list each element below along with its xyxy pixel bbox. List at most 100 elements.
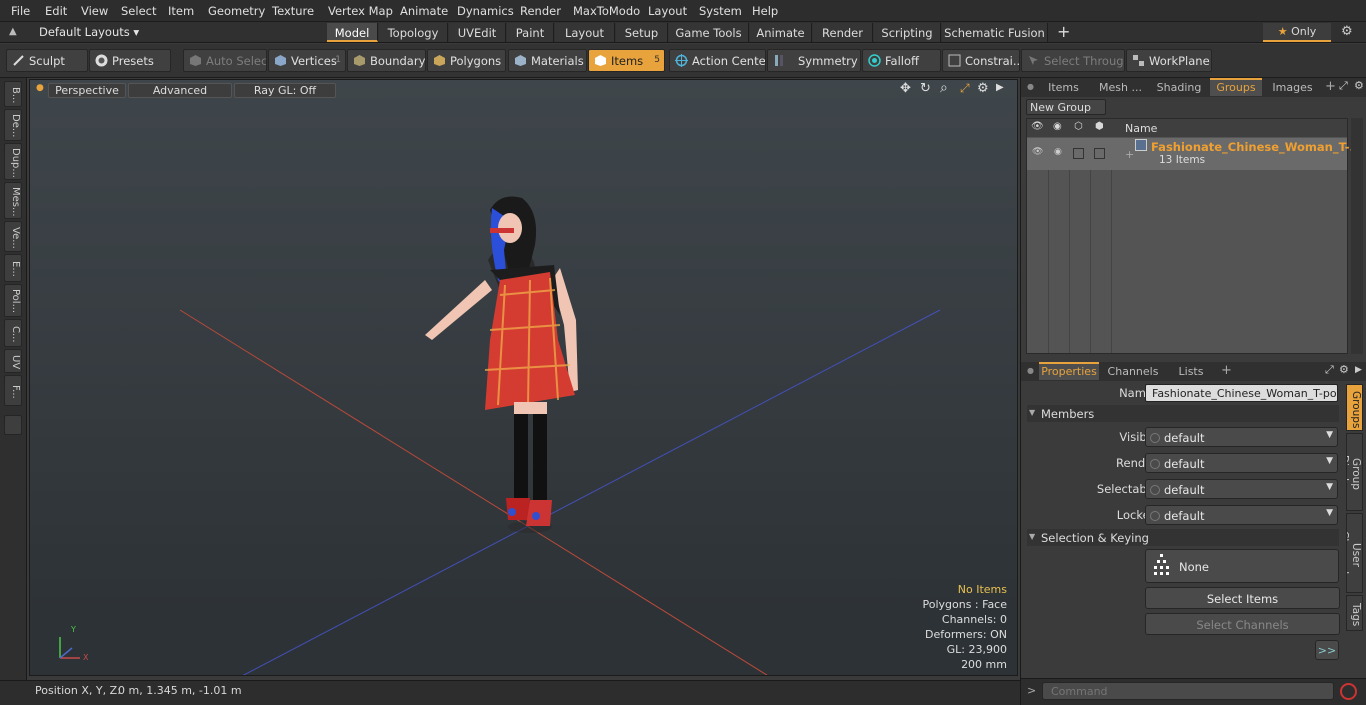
left-tab-extra[interactable] bbox=[4, 415, 22, 435]
menu-help[interactable]: Help bbox=[752, 4, 778, 18]
menu-animate[interactable]: Animate bbox=[400, 4, 448, 18]
left-tab-deform[interactable]: De... bbox=[4, 109, 22, 141]
left-tab-fusion[interactable]: F... bbox=[4, 375, 22, 406]
menu-dynamics[interactable]: Dynamics bbox=[457, 4, 514, 18]
expand-group-icon[interactable]: + bbox=[1125, 148, 1134, 161]
tab-game-tools[interactable]: Game Tools bbox=[669, 23, 749, 42]
members-section[interactable]: Members bbox=[1027, 405, 1339, 422]
polygons-button[interactable]: Polygons bbox=[427, 49, 506, 72]
tab-model[interactable]: Model bbox=[327, 23, 378, 42]
add-panel-tab-icon[interactable]: + bbox=[1325, 79, 1336, 94]
visibility-column-icon[interactable]: 👁 bbox=[1031, 121, 1044, 132]
left-tab-basic[interactable]: B... bbox=[4, 81, 22, 107]
row-lock-box[interactable] bbox=[1094, 148, 1105, 159]
symmetry-button[interactable]: Symmetry bbox=[767, 49, 861, 72]
tab-groups[interactable]: Groups bbox=[1210, 78, 1262, 96]
tab-uvedit[interactable]: UVEdit bbox=[449, 23, 506, 42]
left-tab-mesh-edit[interactable]: Mes... bbox=[4, 182, 22, 219]
expand-panel-icon[interactable]: ⤢ bbox=[1339, 79, 1348, 93]
tab-images[interactable]: Images bbox=[1265, 78, 1320, 96]
new-group-button[interactable]: New Group bbox=[1026, 99, 1106, 115]
gear-icon[interactable]: ⚙ bbox=[1341, 24, 1353, 39]
menu-layout[interactable]: Layout bbox=[648, 4, 687, 18]
tab-animate[interactable]: Animate bbox=[750, 23, 812, 42]
tab-paint[interactable]: Paint bbox=[507, 23, 554, 42]
lock-column-icon[interactable]: ⬢ bbox=[1095, 121, 1104, 132]
render-dropdown[interactable]: default ▼ bbox=[1145, 453, 1338, 473]
side-tab-group-display[interactable]: Group Display bbox=[1346, 433, 1363, 511]
left-tab-duplicate[interactable]: Dup... bbox=[4, 143, 22, 180]
tab-scripting[interactable]: Scripting bbox=[874, 23, 941, 42]
vertices-button[interactable]: Vertices 1 bbox=[268, 49, 346, 72]
none-button[interactable]: None bbox=[1145, 549, 1339, 583]
menu-edit[interactable]: Edit bbox=[45, 4, 67, 18]
tab-lists[interactable]: Lists bbox=[1171, 362, 1211, 380]
locked-dropdown[interactable]: default ▼ bbox=[1145, 505, 1338, 525]
materials-button[interactable]: Materials bbox=[508, 49, 587, 72]
menu-view[interactable]: View bbox=[81, 4, 108, 18]
presets-button[interactable]: Presets bbox=[89, 49, 171, 72]
constraints-button[interactable]: Constrai... bbox=[942, 49, 1020, 72]
menu-file[interactable]: File bbox=[11, 4, 30, 18]
visible-dropdown[interactable]: default ▼ bbox=[1145, 427, 1338, 447]
tab-shading[interactable]: Shading bbox=[1151, 78, 1207, 96]
action-center-button[interactable]: Action Center bbox=[669, 49, 766, 72]
left-tab-vertex[interactable]: Ve... bbox=[4, 221, 22, 252]
render-column-icon[interactable]: ◉ bbox=[1053, 121, 1062, 132]
menu-select[interactable]: Select bbox=[121, 4, 156, 18]
tab-items[interactable]: Items bbox=[1041, 78, 1086, 96]
tab-schematic-fusion[interactable]: Schematic Fusion bbox=[942, 23, 1048, 42]
side-tab-user-channels[interactable]: User Channels bbox=[1346, 513, 1363, 593]
only-toggle[interactable]: ★ Only bbox=[1263, 23, 1331, 42]
panel-menu-icon[interactable]: ● bbox=[1027, 82, 1034, 91]
tab-layout[interactable]: Layout bbox=[555, 23, 615, 42]
tab-setup[interactable]: Setup bbox=[616, 23, 668, 42]
menu-maxtomodo[interactable]: MaxToModo bbox=[573, 4, 640, 18]
row-render-icon[interactable]: ◉ bbox=[1054, 147, 1062, 157]
props-menu-icon[interactable]: ● bbox=[1027, 366, 1034, 375]
row-visibility-icon[interactable]: 👁 bbox=[1032, 147, 1043, 157]
tab-mesh[interactable]: Mesh ... bbox=[1093, 78, 1148, 96]
tab-properties[interactable]: Properties bbox=[1039, 362, 1099, 380]
props-arrow-icon[interactable]: ▶ bbox=[1355, 365, 1362, 375]
groups-scrollbar[interactable] bbox=[1351, 118, 1363, 354]
command-input[interactable] bbox=[1042, 682, 1334, 700]
left-tab-uv[interactable]: UV bbox=[4, 349, 22, 373]
menu-system[interactable]: System bbox=[699, 4, 742, 18]
select-items-button[interactable]: Select Items bbox=[1145, 587, 1340, 609]
menu-item[interactable]: Item bbox=[168, 4, 194, 18]
falloff-button[interactable]: Falloff bbox=[862, 49, 941, 72]
layout-up-icon[interactable]: ▲ bbox=[9, 26, 17, 37]
menu-render[interactable]: Render bbox=[520, 4, 561, 18]
left-tab-edge[interactable]: E... bbox=[4, 254, 22, 282]
side-tab-tags[interactable]: Tags bbox=[1346, 595, 1363, 631]
selection-keying-section[interactable]: Selection & Keying bbox=[1027, 529, 1339, 546]
default-layouts-dropdown[interactable]: Default Layouts ▾ bbox=[39, 25, 139, 39]
menu-vertex-map[interactable]: Vertex Map bbox=[328, 4, 393, 18]
side-tab-groups[interactable]: Groups bbox=[1346, 384, 1363, 431]
tab-render[interactable]: Render bbox=[813, 23, 873, 42]
expand-props-icon[interactable]: ⤢ bbox=[1325, 363, 1334, 377]
menu-geometry[interactable]: Geometry bbox=[208, 4, 265, 18]
3d-viewport[interactable]: ● Perspective Advanced Ray GL: Off ✥ ↻ ⌕… bbox=[29, 79, 1018, 676]
group-row[interactable]: 👁 ◉ + Fashionate_Chinese_Woman_T-... 13 … bbox=[1027, 138, 1363, 170]
props-gear-icon[interactable]: ⚙ bbox=[1339, 363, 1349, 376]
menu-texture[interactable]: Texture bbox=[272, 4, 314, 18]
items-button[interactable]: Items 5 bbox=[588, 49, 665, 72]
left-tab-polygon[interactable]: Pol... bbox=[4, 284, 22, 317]
auto-select-button[interactable]: Auto Select bbox=[183, 49, 267, 72]
more-button[interactable]: >> bbox=[1315, 640, 1339, 660]
record-icon[interactable] bbox=[1340, 683, 1357, 700]
add-props-tab-icon[interactable]: + bbox=[1221, 363, 1232, 378]
left-tab-curve[interactable]: C... bbox=[4, 319, 22, 347]
select-through-button[interactable]: Select Through bbox=[1021, 49, 1125, 72]
row-select-box[interactable] bbox=[1073, 148, 1084, 159]
tab-channels[interactable]: Channels bbox=[1105, 362, 1161, 380]
select-channels-button[interactable]: Select Channels bbox=[1145, 613, 1340, 635]
selectable-dropdown[interactable]: default ▼ bbox=[1145, 479, 1338, 499]
boundary-button[interactable]: Boundary bbox=[347, 49, 426, 72]
select-column-icon[interactable]: ⬡ bbox=[1074, 121, 1083, 132]
name-field[interactable]: Fashionate_Chinese_Woman_T-pose ( bbox=[1145, 384, 1338, 402]
add-tab-icon[interactable]: + bbox=[1057, 22, 1070, 41]
panel-gear-icon[interactable]: ⚙ bbox=[1354, 79, 1364, 92]
